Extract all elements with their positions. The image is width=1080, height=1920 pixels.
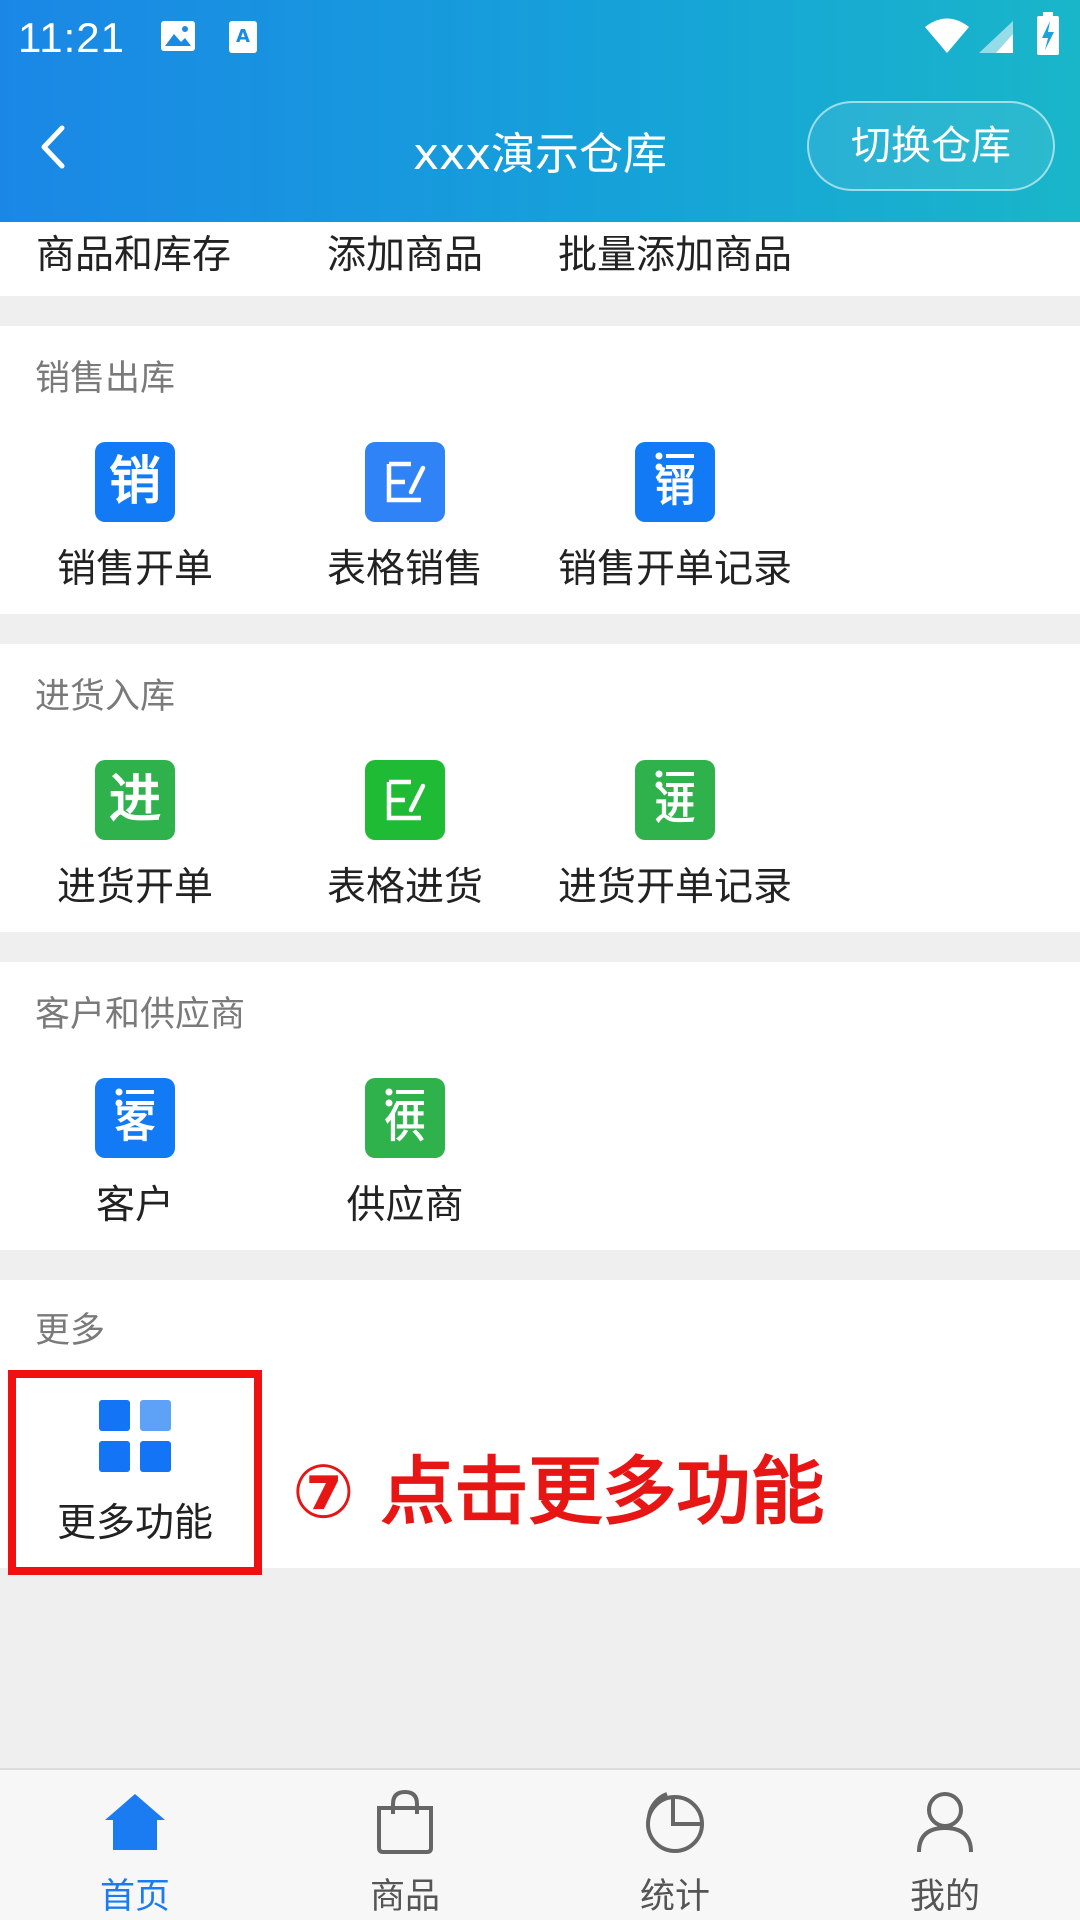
suppliers-button[interactable]: 供 供应商	[270, 1078, 540, 1230]
status-time: 11:21	[18, 14, 125, 61]
purchase-order-icon: 进	[95, 760, 175, 840]
tab-label: 统计	[639, 1877, 710, 1917]
partners-section: 客户和供应商 客 客户 供 供应商	[0, 962, 1080, 1250]
section-title-purchase: 进货入库	[35, 677, 176, 717]
svg-text:A: A	[236, 26, 250, 47]
goods-section: 商品和库存 添加商品 批量添加商品	[0, 222, 1080, 296]
customers-button[interactable]: 客 客户	[0, 1078, 270, 1230]
table-sales-button[interactable]: 表格销售	[270, 442, 540, 594]
sales-order-button[interactable]: 销 销售开单	[0, 442, 270, 594]
tab-label: 商品	[369, 1877, 440, 1917]
keyboard-notification-icon: A	[229, 21, 257, 53]
home-icon	[105, 1794, 165, 1850]
batch-add-goods-link[interactable]: 批量添加商品	[558, 224, 792, 280]
add-goods-link[interactable]: 添加商品	[327, 224, 483, 280]
customers-icon: 客	[95, 1078, 175, 1158]
tile-label: 进货开单	[56, 865, 213, 910]
goods-and-stock-link[interactable]: 商品和库存	[36, 224, 231, 280]
tile-label: 表格销售	[326, 547, 483, 592]
tab-home[interactable]: 首页	[0, 1770, 270, 1920]
battery-icon	[1037, 12, 1059, 55]
gallery-notification-icon	[161, 21, 195, 51]
user-icon	[917, 1792, 973, 1853]
purchase-record-icon: 进	[635, 760, 715, 840]
shopping-bag-icon	[377, 1790, 433, 1854]
table-purchase-button[interactable]: 表格进货	[270, 760, 540, 912]
step-annotation: ⑦ 点击更多功能	[292, 1449, 825, 1535]
tab-label: 首页	[99, 1877, 170, 1917]
highlight-box	[8, 1370, 262, 1575]
purchase-order-button[interactable]: 进 进货开单	[0, 760, 270, 912]
tile-label: 供应商	[346, 1183, 464, 1228]
tab-stats[interactable]: 统计	[540, 1770, 810, 1920]
section-title-partners: 客户和供应商	[35, 995, 246, 1035]
tab-goods[interactable]: 商品	[270, 1770, 540, 1920]
bottom-tab-bar: 首页 商品 统计 我的	[0, 1768, 1080, 1920]
tile-label: 客户	[95, 1183, 174, 1228]
suppliers-icon: 供	[365, 1078, 445, 1158]
wifi-icon	[925, 18, 969, 53]
signal-icon	[979, 21, 1013, 53]
section-title-sales: 销售出库	[35, 359, 176, 399]
purchase-record-button[interactable]: 进 进货开单记录	[540, 760, 810, 912]
sales-record-button[interactable]: 销 销售开单记录	[540, 442, 810, 594]
switch-warehouse-button[interactable]: 切换仓库	[807, 101, 1055, 191]
tab-mine[interactable]: 我的	[810, 1770, 1080, 1920]
sales-section: 销售出库 销 销售开单 表格销售 销 销售开单记录	[0, 326, 1080, 614]
purchase-section: 进货入库 进 进货开单 表格进货 进 进货开单记录	[0, 644, 1080, 932]
pie-chart-icon	[646, 1792, 704, 1853]
app-header: 11:21 A xxx演示仓库 切换仓库	[0, 0, 1080, 222]
tile-label: 进货开单记录	[557, 865, 792, 910]
table-edit-icon	[365, 760, 445, 840]
table-edit-icon	[365, 442, 445, 522]
sales-order-icon: 销	[95, 442, 175, 522]
sales-record-icon: 销	[635, 442, 715, 522]
tile-label: 销售开单记录	[557, 547, 792, 592]
tile-label: 表格进货	[326, 865, 483, 910]
tab-label: 我的	[909, 1877, 980, 1917]
tile-label: 销售开单	[56, 547, 213, 592]
section-title-more: 更多	[35, 1311, 106, 1351]
